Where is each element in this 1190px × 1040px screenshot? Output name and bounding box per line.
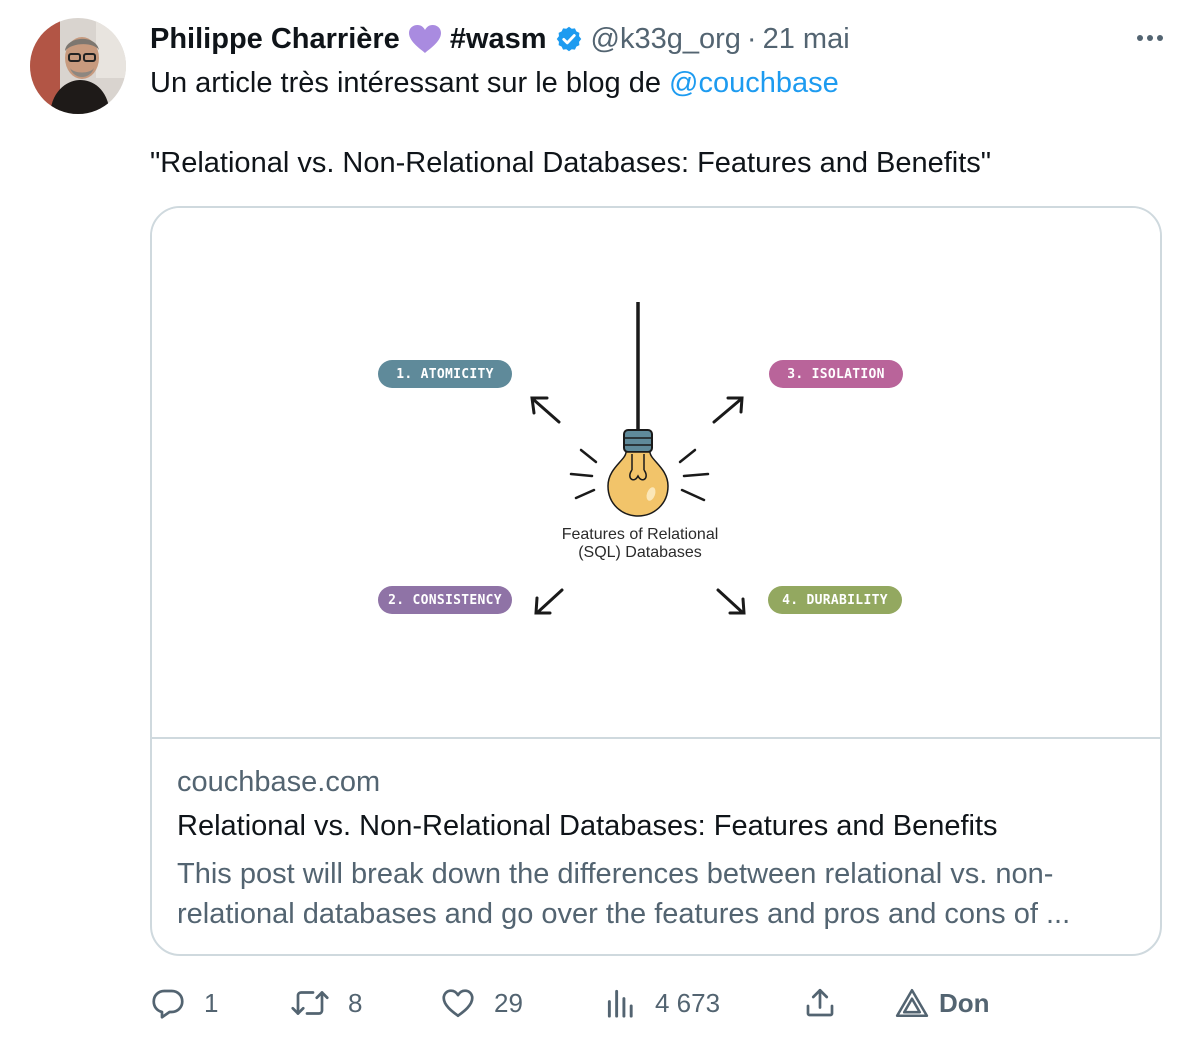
diagram-caption-line1: Features of Relational <box>561 526 719 543</box>
share-button[interactable] <box>802 980 838 1026</box>
retweet-icon <box>291 991 329 1015</box>
author-avatar[interactable] <box>30 18 126 114</box>
tweet-date[interactable]: 21 mai <box>763 23 850 56</box>
card-domain: couchbase.com <box>177 766 381 798</box>
author-name[interactable]: Philippe Charrière <box>150 23 400 56</box>
diagram-illustration <box>530 302 746 615</box>
arrow-to-durability <box>716 588 744 614</box>
avatar-image <box>30 18 126 114</box>
tweet-text: Un article très intéressant sur le blog … <box>150 67 670 99</box>
light-bulb-icon <box>607 451 669 517</box>
tweet-text-line1: Un article très intéressant sur le blog … <box>150 64 839 102</box>
more-options-button[interactable] <box>1130 22 1170 54</box>
like-count: 29 <box>494 987 523 1018</box>
retweet-button[interactable]: 8 <box>290 980 362 1026</box>
pill-consistency: 2. CONSISTENCY <box>378 586 512 614</box>
arrow-to-consistency <box>536 588 564 614</box>
views-count: 4 673 <box>655 987 721 1018</box>
views-icon <box>607 989 633 1018</box>
heart-icon <box>442 989 474 1018</box>
tweet-actions: 1 8 29 4 673 Don <box>150 980 1162 1026</box>
views-button[interactable]: 4 673 <box>605 980 720 1026</box>
arrow-to-atomicity <box>532 398 561 424</box>
tweet-quote-line: "Relational vs. Non-Relational Databases… <box>150 147 992 179</box>
link-preview-card[interactable]: 1. ATOMICITY 3. ISOLATION 2. CONSISTENCY… <box>150 206 1162 956</box>
author-handle[interactable]: @k33g_org <box>591 23 741 56</box>
card-title: Relational vs. Non-Relational Databases:… <box>177 810 998 842</box>
don-button[interactable]: Don <box>895 980 990 1026</box>
verified-badge-icon[interactable] <box>555 25 583 53</box>
more-dots-icon <box>1137 35 1143 41</box>
header-separator: · <box>746 22 757 55</box>
card-divider <box>152 737 1160 739</box>
tweet-header: Philippe Charrière #wasm @k33g_org · 21 … <box>150 18 850 60</box>
card-image: 1. ATOMICITY 3. ISOLATION 2. CONSISTENCY… <box>152 208 1160 738</box>
purple-heart-icon <box>408 24 442 54</box>
pill-atomicity: 1. ATOMICITY <box>378 360 512 388</box>
reply-icon <box>152 989 184 1019</box>
like-button[interactable]: 29 <box>440 980 523 1026</box>
reply-count: 1 <box>204 987 219 1018</box>
don-label: Don <box>939 987 990 1018</box>
mention-link[interactable]: @couchbase <box>669 67 839 99</box>
share-icon <box>806 988 834 1017</box>
reply-button[interactable]: 1 <box>150 980 218 1026</box>
diagram-caption-line2: (SQL) Databases <box>578 544 702 561</box>
don-triangle-icon <box>895 988 929 1018</box>
bulb-socket <box>623 429 653 453</box>
author-name-hashtag[interactable]: #wasm <box>450 23 547 56</box>
arrow-to-isolation <box>712 398 742 424</box>
diagram-caption: Features of Relational (SQL) Databases <box>540 526 740 562</box>
card-description: This post will break down the difference… <box>177 858 1071 930</box>
pill-isolation: 3. ISOLATION <box>769 360 903 388</box>
retweet-count: 8 <box>348 987 363 1018</box>
pill-durability: 4. DURABILITY <box>768 586 902 614</box>
